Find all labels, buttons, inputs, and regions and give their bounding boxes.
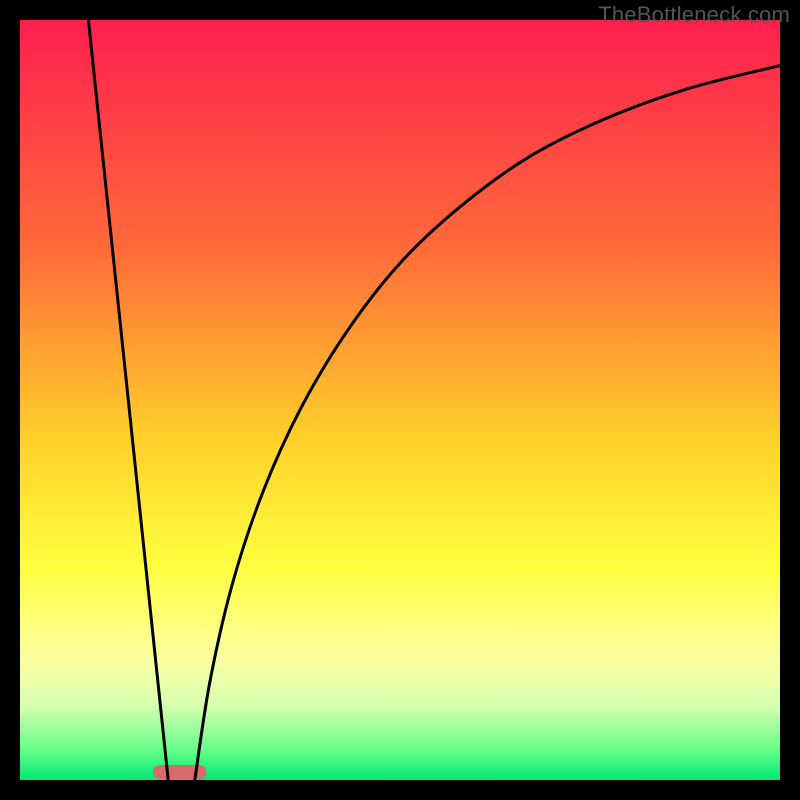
- gradient-background: [20, 20, 780, 780]
- bottleneck-chart: [20, 20, 780, 780]
- optimal-zone-marker: [153, 765, 206, 779]
- plot-frame: [20, 20, 780, 780]
- watermark-text: TheBottleneck.com: [598, 2, 790, 28]
